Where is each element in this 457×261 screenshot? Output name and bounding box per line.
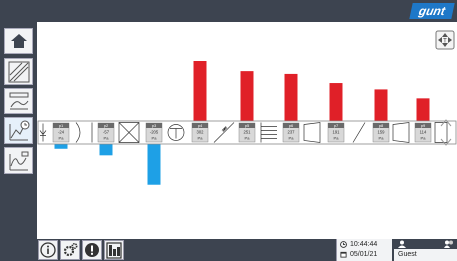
sensor-value: 237	[288, 130, 296, 135]
calendar-icon	[340, 251, 347, 258]
settings-icon	[63, 242, 78, 257]
date-readout: 05/01/21	[350, 251, 378, 258]
info-button[interactable]	[38, 240, 58, 260]
home-icon	[10, 34, 27, 48]
sensor-id: p2	[104, 123, 109, 128]
bar-p4	[193, 61, 207, 121]
time-readout: 10:44:44	[350, 241, 378, 248]
sensor-tag-p3[interactable]: p3 -205Pa	[145, 122, 163, 143]
bar-p8	[374, 89, 388, 121]
sidebar	[0, 22, 37, 241]
sensor-unit: Pa	[59, 136, 65, 141]
labels-layer: p1-24Pap2-57Pap3-205Pap4302Pap5251Pap623…	[52, 122, 432, 143]
sidebar-item-time-chart[interactable]	[4, 117, 33, 144]
sensor-id: p1	[59, 123, 64, 128]
sensor-tag-p4[interactable]: p4 302Pa	[191, 122, 209, 143]
sidebar-item-diagram[interactable]	[4, 58, 33, 85]
sensor-id: p4	[198, 123, 203, 128]
sensor-value: 159	[378, 130, 386, 135]
warning-button[interactable]	[82, 240, 102, 260]
settings-button[interactable]	[60, 240, 80, 260]
sensor-value: 191	[333, 130, 341, 135]
sensor-unit: Pa	[421, 136, 427, 141]
sensor-value: -205	[150, 130, 159, 135]
sidebar-item-curve-chart[interactable]	[4, 147, 33, 174]
sensor-unit: Pa	[152, 136, 158, 141]
main-panel: p1 -24 Pa p2 -57 Pa p3 -205 Pa p4 302 Pa p5 251 Pa p6 23…	[37, 22, 457, 241]
pipe-diagram-icon	[8, 61, 29, 82]
sensor-tag-p8[interactable]: p8 159Pa	[372, 122, 390, 143]
sensor-value: -24	[58, 130, 65, 135]
gunt-logo: gunt	[409, 3, 455, 19]
data-export-icon	[106, 242, 122, 259]
users-icon	[444, 240, 453, 248]
sensor-tag-p7[interactable]: p7 191Pa	[327, 122, 345, 143]
bar-p1	[54, 144, 68, 149]
sensor-tag-p6[interactable]: p6 237Pa	[282, 122, 300, 143]
svg-text:T: T	[443, 39, 447, 45]
sensor-tag-p1[interactable]: p1 -24Pa	[52, 122, 70, 143]
user-panel[interactable]: Guest	[394, 239, 457, 261]
info-icon	[40, 242, 56, 258]
top-bar: gunt	[0, 0, 457, 22]
sensor-unit: Pa	[245, 136, 251, 141]
sensor-unit: Pa	[198, 136, 204, 141]
user-icon	[398, 240, 406, 248]
sensor-id: p9	[421, 123, 426, 128]
sensor-unit: Pa	[379, 136, 385, 141]
sensor-id: p3	[152, 123, 157, 128]
sidebar-item-measurement[interactable]	[4, 88, 33, 114]
data-export-button[interactable]	[104, 240, 124, 260]
sensor-id: p6	[289, 123, 294, 128]
pan-arrows-icon[interactable]: T	[435, 30, 455, 50]
warning-icon	[85, 243, 99, 257]
sensor-value: 302	[197, 130, 205, 135]
bar-p6	[284, 73, 298, 121]
sensor-id: p8	[379, 123, 384, 128]
bottom-bar: 10:44:44 05/01/21 Guest	[0, 239, 457, 261]
sensor-id: p5	[245, 123, 250, 128]
sensor-value: -57	[103, 130, 110, 135]
sensor-unit: Pa	[334, 136, 340, 141]
clock-icon	[340, 241, 347, 248]
clock-panel: 10:44:44 05/01/21	[336, 239, 392, 261]
sensor-id: p7	[334, 123, 339, 128]
bar-p3	[147, 144, 161, 185]
sensor-unit: Pa	[289, 136, 295, 141]
sensor-tag-p2[interactable]: p2 -57Pa	[97, 122, 115, 143]
sensor-tag-p5[interactable]: p5 251Pa	[238, 122, 256, 143]
clock-chart-icon	[9, 120, 29, 140]
bar-measure-icon	[9, 92, 28, 110]
bar-p2	[99, 144, 113, 156]
sensor-unit: Pa	[104, 136, 110, 141]
bar-p7	[329, 83, 343, 121]
user-name: Guest	[398, 251, 417, 258]
pressure-chart: p1-24Pap2-57Pap3-205Pap4302Pap5251Pap623…	[37, 30, 457, 185]
sensor-value: 114	[420, 130, 427, 135]
curve-chart-icon	[9, 151, 28, 170]
app-window: gunt p1 -24 Pa p2 -57 Pa p3 -205 Pa p4 3…	[0, 0, 457, 261]
bar-p5	[240, 71, 254, 121]
sensor-value: 251	[244, 130, 252, 135]
sensor-tag-p9[interactable]: p9 114Pa	[414, 122, 432, 143]
bar-p9	[416, 98, 430, 121]
sidebar-item-home[interactable]	[4, 28, 33, 54]
